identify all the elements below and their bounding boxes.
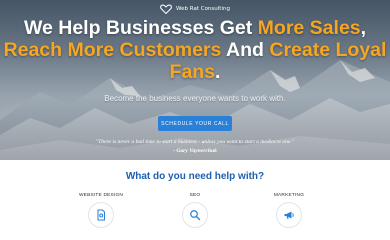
hero-section: Web Rat Consulting We Help Businesses Ge… (0, 0, 390, 160)
service-icon-circle[interactable] (182, 202, 208, 228)
headline-text: And (221, 39, 270, 61)
megaphone-icon (284, 211, 294, 219)
service-icon-circle[interactable] (276, 202, 302, 228)
schedule-call-button[interactable]: SCHEDULE YOUR CALL (158, 116, 232, 131)
service-label: WEBSITE DESIGN (78, 193, 124, 198)
services-title: What do you need help with? (125, 171, 265, 182)
search-icon (190, 210, 201, 221)
headline-text: , (360, 17, 367, 39)
brand-name: Web Rat Consulting (176, 6, 230, 12)
headline-accent: More Sales (257, 17, 361, 39)
headline-text: We Help Businesses Get (23, 17, 258, 39)
service-label: MARKETING (273, 193, 305, 198)
service-icon-circle[interactable] (88, 202, 114, 228)
brand[interactable]: Web Rat Consulting (0, 4, 390, 14)
hero-subtext: Become the business everyone wants to wo… (104, 94, 286, 103)
hero-quote: "There is never a bad time to start a bu… (95, 139, 295, 145)
heart-logo-icon (160, 4, 172, 14)
headline-accent: Create Loyal (269, 39, 387, 61)
headline-text: . (215, 61, 221, 83)
service-label: SEO (189, 193, 201, 198)
headline-accent: Reach More Customers (3, 39, 222, 61)
service-seo[interactable]: SEO (160, 193, 230, 228)
website-design-icon (97, 209, 105, 221)
service-marketing[interactable]: MARKETING (254, 193, 324, 228)
service-website-design[interactable]: WEBSITE DESIGN (66, 193, 136, 228)
quote-author: - Gary Vaynerchuk (173, 148, 217, 154)
headline-accent: Fans (169, 61, 216, 83)
hero-headline: We Help Businesses Get More Sales, Reach… (0, 17, 390, 83)
